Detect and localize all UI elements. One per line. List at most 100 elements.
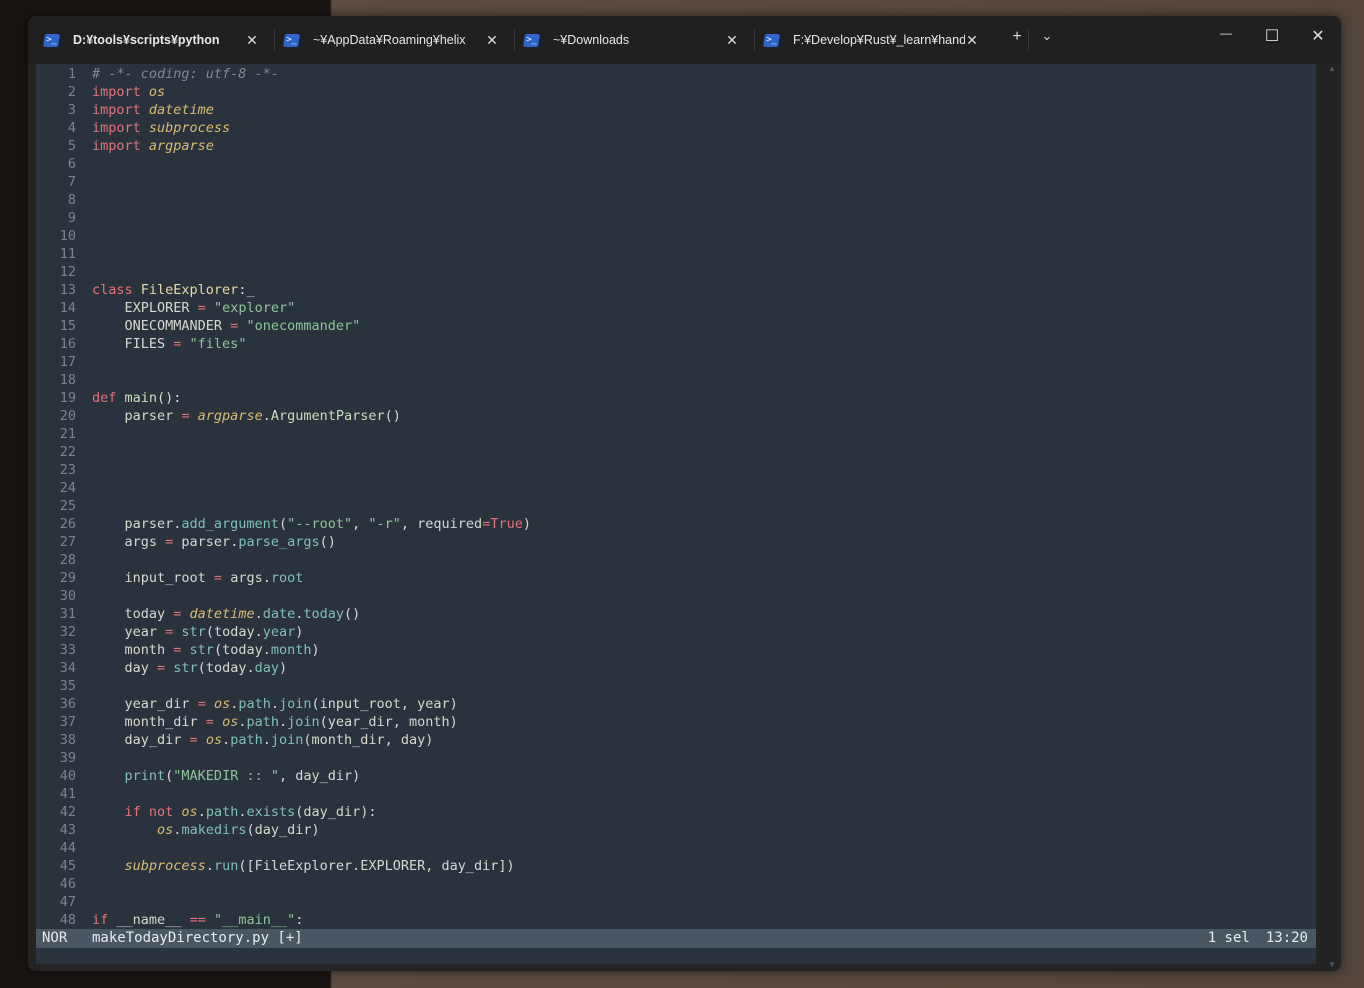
code-line: 12	[36, 263, 1316, 281]
line-number: 21	[36, 425, 76, 443]
close-window-button[interactable]: ✕	[1304, 26, 1332, 46]
code-line: 5import argparse	[36, 137, 1316, 155]
code-line: 18	[36, 371, 1316, 389]
code-token: EXPLORER	[92, 300, 198, 316]
code-token: :	[295, 912, 303, 928]
line-number: 46	[36, 875, 76, 893]
code-token: .	[206, 858, 214, 874]
line-number: 41	[36, 785, 76, 803]
tab-close-button[interactable]: ✕	[485, 32, 499, 49]
minimize-button[interactable]: —	[1212, 26, 1240, 40]
line-number: 30	[36, 587, 76, 605]
code-token: year_dir	[92, 696, 198, 712]
code-token: root	[271, 570, 304, 586]
code-line: 19def main():	[36, 389, 1316, 407]
tab-close-button[interactable]: ✕	[965, 32, 979, 49]
tab-dropdown-button[interactable]: ⌄	[1033, 28, 1061, 44]
code-token: argparse	[198, 408, 263, 424]
code-token: os	[214, 696, 230, 712]
code-line: 3import datetime	[36, 101, 1316, 119]
powershell-icon: >_	[763, 34, 780, 47]
code-token: year	[263, 624, 296, 640]
code-text: input_root = args.root	[92, 569, 303, 587]
tab-close-button[interactable]: ✕	[245, 32, 259, 49]
line-number: 32	[36, 623, 76, 641]
maximize-button[interactable]: ☐	[1258, 26, 1286, 46]
code-token: .	[279, 714, 287, 730]
scrollbar[interactable]: ▲ ▼	[1324, 64, 1341, 971]
line-number: 18	[36, 371, 76, 389]
code-token: # -*- coding: utf-8 -*-	[92, 66, 279, 82]
new-tab-button[interactable]: +	[1003, 28, 1031, 46]
code-token: True	[490, 516, 523, 532]
line-number: 47	[36, 893, 76, 911]
code-token: date	[263, 606, 296, 622]
scroll-down-icon[interactable]: ▼	[1328, 960, 1336, 969]
code-token: str	[190, 642, 214, 658]
tab-2[interactable]: >_~¥Downloads✕	[524, 28, 739, 52]
code-token: def	[92, 390, 125, 406]
code-line: 33 month = str(today.month)	[36, 641, 1316, 659]
tab-1[interactable]: >_~¥AppData¥Roaming¥helix✕	[284, 28, 499, 52]
code-token: "-r"	[368, 516, 401, 532]
code-token: ,	[352, 516, 368, 532]
code-line: 45 subprocess.run([FileExplorer.EXPLORER…	[36, 857, 1316, 875]
code-token: =	[165, 534, 181, 550]
code-token: str	[181, 624, 205, 640]
tab-label: D:¥tools¥scripts¥python	[73, 33, 245, 47]
tab-label: F:¥Develop¥Rust¥_learn¥handl	[793, 33, 965, 47]
code-token: ()	[320, 534, 336, 550]
line-number: 26	[36, 515, 76, 533]
code-line: 47	[36, 893, 1316, 911]
code-token: =	[206, 714, 222, 730]
code-line: 43 os.makedirs(day_dir)	[36, 821, 1316, 839]
code-text: day_dir = os.path.join(month_dir, day)	[92, 731, 433, 749]
line-number: 9	[36, 209, 76, 227]
code-text: year_dir = os.path.join(input_root, year…	[92, 695, 458, 713]
code-token: add_argument	[181, 516, 279, 532]
line-number: 37	[36, 713, 76, 731]
code-token: ():	[157, 390, 181, 406]
code-line: 2import os	[36, 83, 1316, 101]
code-token: join	[271, 732, 304, 748]
code-line: 17	[36, 353, 1316, 371]
tab-0[interactable]: >_D:¥tools¥scripts¥python✕	[44, 28, 259, 52]
code-line: 29 input_root = args.root	[36, 569, 1316, 587]
code-token: makedirs	[181, 822, 246, 838]
code-token: ONECOMMANDER	[92, 318, 230, 334]
code-token: _	[246, 282, 254, 298]
scroll-up-icon[interactable]: ▲	[1328, 64, 1336, 73]
code-token: .	[222, 732, 230, 748]
code-token: argparse	[149, 138, 214, 154]
code-line: 37 month_dir = os.path.join(year_dir, mo…	[36, 713, 1316, 731]
code-line: 11	[36, 245, 1316, 263]
code-token: "files"	[190, 336, 247, 352]
code-token: os	[206, 732, 222, 748]
mode-indicator: NOR	[42, 929, 92, 948]
editor-pane[interactable]: 1# -*- coding: utf-8 -*-2import os3impor…	[36, 64, 1316, 964]
code-token: args.	[230, 570, 271, 586]
code-token: str	[173, 660, 197, 676]
line-number: 48	[36, 911, 76, 929]
code-token: =	[230, 318, 246, 334]
line-number: 24	[36, 479, 76, 497]
tab-close-button[interactable]: ✕	[725, 32, 739, 49]
code-token	[92, 804, 125, 820]
code-token: (input_root, year)	[312, 696, 458, 712]
code-line: 30	[36, 587, 1316, 605]
tab-3[interactable]: >_ F:¥Develop¥Rust¥_learn¥handl✕	[764, 28, 979, 52]
code-token: __name__	[116, 912, 189, 928]
line-number: 34	[36, 659, 76, 677]
code-token: if not	[125, 804, 182, 820]
selection-count: 1 sel	[1208, 929, 1250, 948]
code-line: 10	[36, 227, 1316, 245]
code-line: 4import subprocess	[36, 119, 1316, 137]
code-token: )	[279, 660, 287, 676]
code-line: 14 EXPLORER = "explorer"	[36, 299, 1316, 317]
code-token: join	[287, 714, 320, 730]
line-number: 22	[36, 443, 76, 461]
line-number: 5	[36, 137, 76, 155]
line-number: 2	[36, 83, 76, 101]
line-number: 8	[36, 191, 76, 209]
tab-bar: + ⌄ — ☐ ✕ >_D:¥tools¥scripts¥python✕>_~¥…	[28, 16, 1341, 64]
